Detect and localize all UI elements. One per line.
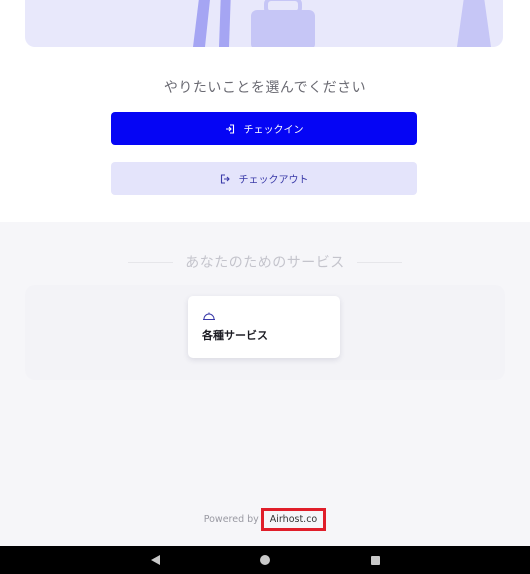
home-button[interactable]	[210, 546, 320, 574]
checkout-label: チェックアウト	[238, 175, 309, 186]
home-icon	[260, 555, 270, 565]
powered-by: Powered by Airhost.co	[0, 507, 530, 531]
recents-icon	[370, 555, 380, 565]
service-card-label: 各種サービス	[202, 329, 268, 342]
service-card[interactable]: 各種サービス	[188, 296, 340, 358]
airhost-link[interactable]: Airhost.co	[260, 507, 327, 531]
hero-illustration	[25, 0, 503, 47]
checkin-label: チェックイン	[243, 125, 304, 136]
divider-left	[128, 261, 174, 263]
recents-button[interactable]	[320, 546, 430, 574]
top-section: やりたいことを選んでください チェックイン チェックアウト	[0, 0, 530, 222]
divider-right	[356, 261, 402, 263]
powered-by-text: Powered by	[203, 513, 259, 525]
back-button[interactable]	[100, 546, 210, 574]
prompt-text: やりたいことを選んでください	[163, 80, 367, 96]
services-heading: あなたのためのサービス	[0, 252, 530, 272]
service-bell-icon	[202, 306, 216, 325]
checkin-button[interactable]: チェックイン	[111, 112, 417, 145]
logout-icon	[220, 173, 230, 184]
login-icon	[225, 123, 235, 134]
services-title: あなたのためのサービス	[185, 255, 345, 271]
checkout-button[interactable]: チェックアウト	[111, 162, 417, 195]
android-nav-bar	[0, 546, 530, 574]
back-icon	[150, 555, 160, 565]
